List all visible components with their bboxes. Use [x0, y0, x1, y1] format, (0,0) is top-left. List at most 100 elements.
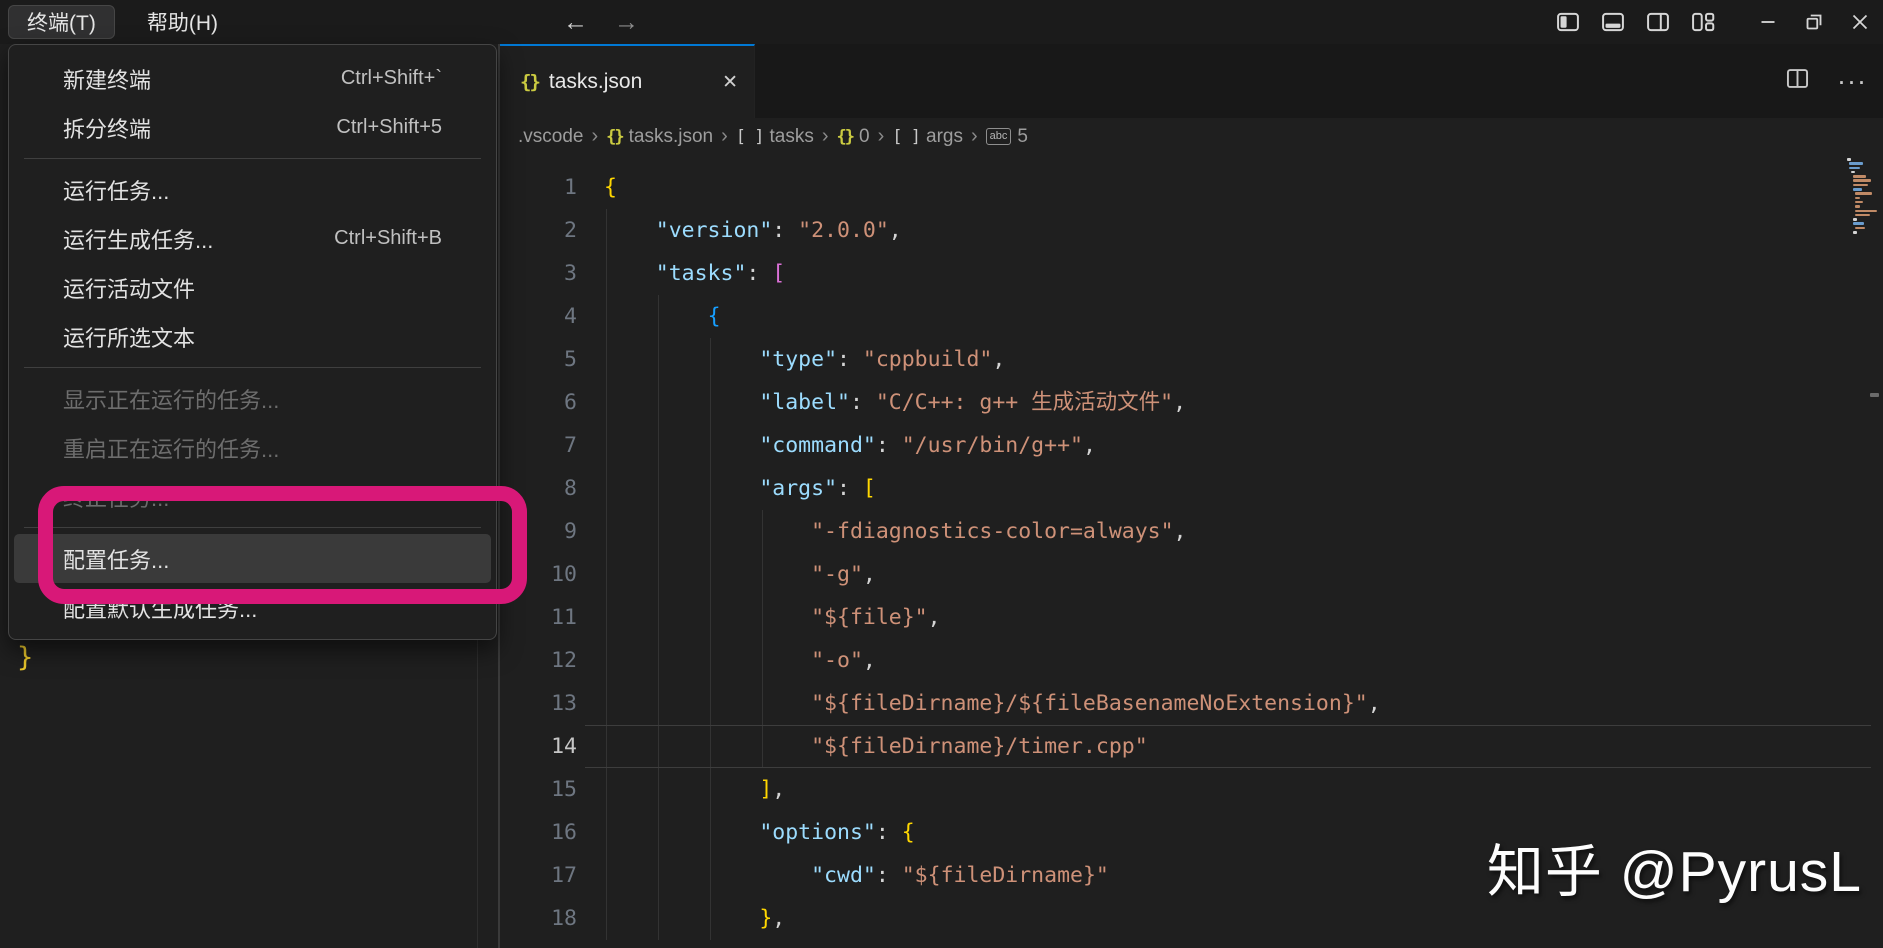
- breadcrumb: .vscode ›{} tasks.json ›[ ] tasks ›{} 0 ›[ ] arg…: [500, 118, 1883, 155]
- minimap-row: [1853, 179, 1871, 182]
- minimap-row: [1855, 213, 1870, 217]
- menu-item-label: 重启正在运行的任务...: [63, 436, 280, 462]
- code-line: 1{: [500, 166, 1883, 209]
- code-line: 11 "${file}",: [500, 596, 1883, 639]
- line-number: 4: [564, 304, 577, 329]
- menu-item[interactable]: 拆分终端 Ctrl+Shift+5: [14, 103, 491, 152]
- breadcrumb-item[interactable]: .vscode: [518, 126, 583, 148]
- watermark: 知乎 @PyrusL: [1486, 840, 1862, 904]
- menu-item-shortcut: Ctrl+Shift+B: [334, 227, 442, 249]
- toggle-secondary-sidebar-icon[interactable]: [1644, 8, 1672, 36]
- menubar-item-terminal[interactable]: 终端(T): [8, 5, 115, 39]
- breadcrumb-label: .vscode: [518, 125, 584, 147]
- breadcrumb-item[interactable]: {} tasks.json: [606, 126, 713, 148]
- code-line-text: "command": "/usr/bin/g++",: [759, 433, 1096, 458]
- customize-layout-icon[interactable]: [1689, 8, 1717, 36]
- menu-item-label: 新建终端: [63, 67, 152, 93]
- code-line: 13 "${fileDirname}/${fileBasenameNoExten…: [500, 682, 1883, 725]
- minimap-row: [1855, 205, 1860, 208]
- more-actions-icon[interactable]: ···: [1837, 67, 1867, 95]
- line-number: 15: [551, 777, 577, 802]
- code-line-text: ],: [759, 777, 786, 802]
- code-line-text: "${fileDirname}/${fileBasenameNoExtensio…: [811, 691, 1381, 716]
- annotation-highlight-box: [38, 486, 527, 604]
- breadcrumb-label: tasks: [769, 125, 814, 147]
- split-editor-icon[interactable]: [1784, 65, 1811, 97]
- object-symbol-icon: {}: [606, 126, 625, 147]
- code-line-text: {: [707, 304, 721, 329]
- minimap-row: [1851, 170, 1855, 174]
- line-number: 7: [564, 433, 577, 458]
- tab-label: tasks.json: [548, 70, 643, 93]
- menu-item[interactable]: 运行活动文件: [14, 263, 491, 312]
- window-controls: [1554, 0, 1883, 44]
- nav-forward-icon[interactable]: →: [614, 8, 639, 37]
- menu-item-label: 运行所选文本: [63, 325, 196, 351]
- minimap-row: [1849, 166, 1860, 170]
- left-editor-code-fragment: }: [17, 642, 34, 673]
- code-line-text: "-fdiagnostics-color=always",: [811, 519, 1187, 544]
- titlebar: 终端(T) 帮助(H) ← →: [0, 0, 1883, 44]
- code-line: 6 "label": "C/C++: g++ 生成活动文件",: [500, 381, 1883, 424]
- menubar-item-help[interactable]: 帮助(H): [129, 5, 236, 39]
- breadcrumb-item[interactable]: {} 0: [837, 126, 870, 148]
- code-line-text: "${file}",: [811, 605, 941, 630]
- line-number: 17: [551, 863, 577, 888]
- breadcrumb-separator-icon: ›: [970, 125, 978, 147]
- breadcrumb-separator-icon: ›: [877, 125, 885, 147]
- code-line: 2 "version": "2.0.0",: [500, 209, 1883, 252]
- minimap-row: [1855, 192, 1872, 195]
- line-number: 14: [551, 734, 577, 759]
- menu-separator: [24, 367, 481, 368]
- menu-separator: [24, 158, 481, 159]
- breadcrumb-item[interactable]: [ ] tasks: [736, 126, 814, 148]
- nav-back-icon[interactable]: ←: [563, 8, 588, 37]
- breadcrumb-item[interactable]: abc 5: [985, 125, 1028, 148]
- minimap-row: [1847, 158, 1851, 161]
- minimize-button[interactable]: [1745, 0, 1791, 44]
- line-number: 13: [551, 691, 577, 716]
- menu-item-label: 拆分终端: [63, 116, 152, 142]
- close-window-button[interactable]: [1837, 0, 1883, 44]
- tab-close-icon[interactable]: ✕: [722, 71, 738, 94]
- code-line: 15 ],: [500, 768, 1883, 811]
- menu-item-label: 运行任务...: [63, 178, 170, 204]
- line-number: 11: [551, 605, 577, 630]
- json-file-icon: {}: [520, 71, 541, 93]
- minimap-row: [1853, 218, 1857, 221]
- code-line-text: "cwd": "${fileDirname}": [811, 863, 1109, 888]
- minimap-row: [1849, 162, 1863, 165]
- breadcrumb-label: 5: [1017, 125, 1028, 147]
- line-number: 12: [551, 648, 577, 673]
- line-number: 18: [551, 906, 577, 931]
- object-symbol-icon: {}: [836, 126, 856, 147]
- menubar: 终端(T) 帮助(H): [8, 0, 236, 44]
- code-line-text: "${fileDirname}/timer.cpp": [811, 734, 1148, 759]
- minimap[interactable]: [1847, 158, 1880, 235]
- code-line: 7 "command": "/usr/bin/g++",: [500, 424, 1883, 467]
- minimap-row: [1853, 222, 1864, 225]
- menu-item[interactable]: 运行任务...: [14, 165, 491, 214]
- menu-item-label: 显示正在运行的任务...: [63, 387, 280, 413]
- line-number: 3: [564, 261, 577, 286]
- menu-item[interactable]: 新建终端 Ctrl+Shift+`: [14, 54, 491, 103]
- overview-ruler-mark: [1870, 393, 1879, 397]
- code-line: 14 "${fileDirname}/timer.cpp": [500, 725, 1883, 768]
- tab-tasks-json[interactable]: {} tasks.json ✕: [500, 44, 755, 118]
- code-line-text: "options": {: [759, 820, 915, 845]
- menu-item-label: 运行活动文件: [63, 276, 196, 302]
- line-number: 1: [564, 175, 577, 200]
- minimap-row: [1853, 188, 1862, 191]
- toggle-primary-sidebar-icon[interactable]: [1554, 8, 1582, 36]
- menu-item[interactable]: 运行所选文本: [14, 312, 491, 361]
- breadcrumb-item[interactable]: [ ] args: [892, 126, 963, 148]
- array-symbol-icon: [ ]: [892, 126, 921, 147]
- code-line: 4 {: [500, 295, 1883, 338]
- left-editor-scrollbar[interactable]: [477, 633, 478, 948]
- toggle-panel-icon[interactable]: [1599, 8, 1627, 36]
- menu-item[interactable]: 运行生成任务... Ctrl+Shift+B: [14, 214, 491, 263]
- restore-button[interactable]: [1791, 0, 1837, 44]
- minimap-row: [1853, 231, 1857, 234]
- minimap-row: [1855, 196, 1860, 200]
- code-line: 8 "args": [: [500, 467, 1883, 510]
